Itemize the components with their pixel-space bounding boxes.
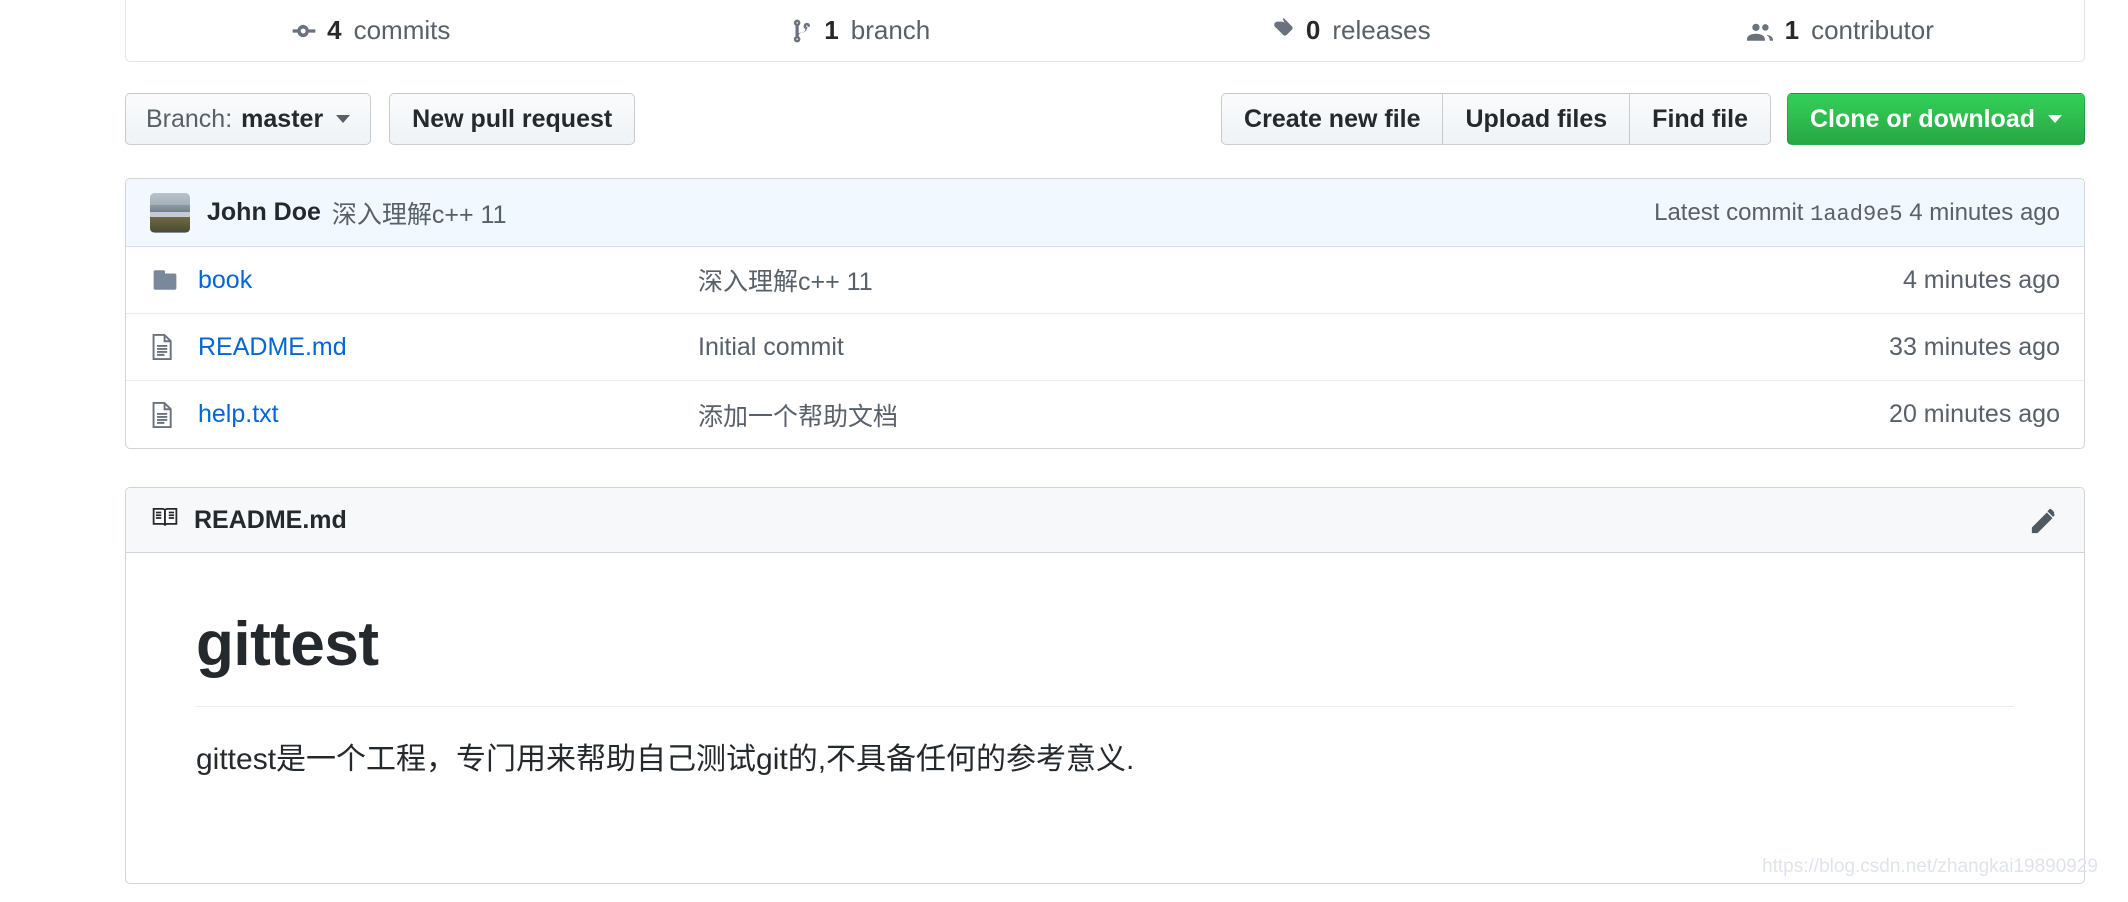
stat-contributors-label: contributor [1811, 15, 1934, 45]
file-icon [150, 401, 184, 429]
stat-contributors[interactable]: 1 contributor [1595, 15, 2085, 46]
stat-releases[interactable]: 0 releases [1105, 15, 1595, 46]
file-commit-age: 4 minutes ago [1902, 265, 2060, 294]
stat-branches-count: 1 [824, 15, 839, 45]
commit-author[interactable]: John Doe [207, 198, 321, 227]
repository-toolbar: Branch: master New pull request Create n… [125, 93, 2085, 145]
latest-commit-meta: Latest commit 1aad9e5 4 minutes ago [1654, 199, 2060, 227]
table-row: help.txt 添加一个帮助文档 20 minutes ago [126, 381, 2084, 448]
file-actions-group: Create new file Upload files Find file [1221, 93, 1771, 145]
toolbar-right-group: Create new file Upload files Find file C… [1221, 93, 2085, 145]
pencil-icon[interactable] [2030, 505, 2060, 535]
book-icon [150, 505, 180, 536]
file-name-link[interactable]: book [198, 266, 698, 295]
stat-commits-count: 4 [327, 15, 342, 45]
commit-message[interactable]: 深入理解c++ 11 [332, 195, 507, 231]
file-commit-age: 33 minutes ago [1889, 332, 2060, 361]
readme-heading: gittest [196, 609, 2014, 707]
stat-releases-label: releases [1332, 15, 1431, 45]
stat-contributors-count: 1 [1784, 15, 1800, 45]
branch-selector-prefix: Branch: [146, 104, 233, 133]
chevron-down-icon [336, 115, 351, 123]
tag-icon [1269, 17, 1296, 44]
latest-commit-age: 4 minutes ago [1902, 198, 2060, 226]
readme-header: README.md [126, 488, 2084, 553]
file-commit-message[interactable]: 添加一个帮助文档 [698, 397, 1889, 433]
table-row: README.md Initial commit 33 minutes ago [126, 314, 2084, 381]
branch-icon [790, 18, 814, 44]
commit-icon [291, 18, 317, 44]
find-file-button[interactable]: Find file [1629, 93, 1771, 145]
chevron-down-icon [2048, 115, 2062, 123]
readme-content: gittest gittest是一个工程，专门用来帮助自己测试git的,不具备任… [126, 553, 2084, 883]
readme-title: README.md [194, 505, 347, 534]
stat-branches-label: branch [850, 15, 931, 45]
create-new-file-button[interactable]: Create new file [1221, 93, 1443, 145]
stat-branches[interactable]: 1 branch [616, 15, 1106, 46]
new-pull-request-button[interactable]: New pull request [389, 93, 636, 145]
commit-sha[interactable]: 1aad9e5 [1810, 202, 1902, 227]
clone-or-download-button[interactable]: Clone or download [1787, 93, 2085, 145]
file-name-link[interactable]: README.md [198, 333, 698, 362]
branch-selector-value: master [241, 104, 324, 133]
stat-commits-label: commits [353, 15, 451, 45]
stat-commits[interactable]: 4 commits [126, 15, 616, 46]
latest-commit-row: John Doe 深入理解c++ 11 Latest commit 1aad9e… [126, 179, 2084, 247]
contributors-icon [1745, 18, 1775, 44]
file-commit-age: 20 minutes ago [1889, 400, 2060, 428]
upload-files-button[interactable]: Upload files [1442, 93, 1630, 145]
file-icon [150, 333, 184, 361]
stat-releases-count: 0 [1305, 15, 1321, 45]
table-row: book 深入理解c++ 11 4 minutes ago [126, 247, 2084, 314]
repository-stats-bar: 4 commits 1 branch 0 releases 1 contribu… [125, 0, 2085, 62]
file-commit-message[interactable]: Initial commit [698, 333, 1889, 362]
avatar[interactable] [150, 192, 190, 233]
clone-or-download-label: Clone or download [1810, 104, 2035, 133]
file-listing: John Doe 深入理解c++ 11 Latest commit 1aad9e… [125, 178, 2085, 449]
file-commit-message[interactable]: 深入理解c++ 11 [698, 262, 1903, 298]
repository-page: 4 commits 1 branch 0 releases 1 contribu… [0, 0, 2128, 902]
file-name-link[interactable]: help.txt [198, 400, 698, 429]
branch-selector-button[interactable]: Branch: master [125, 93, 372, 145]
readme-paragraph: gittest是一个工程，专门用来帮助自己测试git的,不具备任何的参考意义. [196, 743, 1135, 776]
latest-commit-prefix: Latest commit [1654, 198, 1811, 226]
readme-panel: README.md gittest gittest是一个工程，专门用来帮助自己测… [125, 487, 2085, 884]
folder-icon [150, 267, 184, 293]
